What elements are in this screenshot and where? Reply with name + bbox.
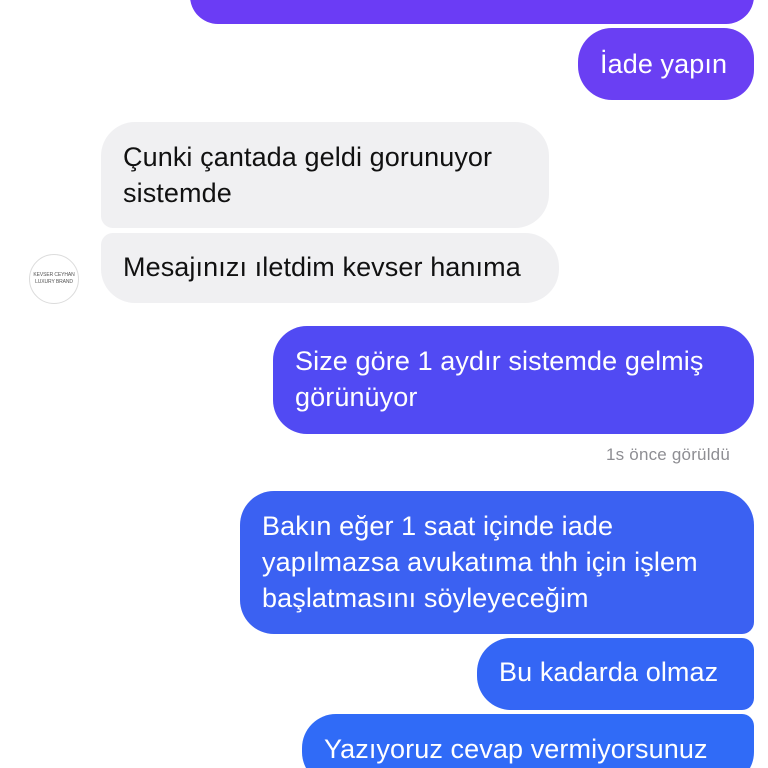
message-text: İade yapın [600, 49, 728, 79]
message-bubble-outgoing[interactable] [190, 0, 754, 24]
seen-status: 1s önce görüldü [606, 445, 730, 464]
message-bubble-outgoing[interactable]: Bakın eğer 1 saat içinde iade yapılmazsa… [240, 491, 754, 634]
message-text: Mesajınızı ıletdim kevser hanıma [123, 252, 521, 282]
message-bubble-incoming[interactable]: Mesajınızı ıletdim kevser hanıma [101, 233, 559, 303]
message-bubble-outgoing[interactable]: Yazıyoruz cevap vermiyorsunuz [302, 714, 754, 768]
message-bubble-outgoing[interactable]: Bu kadarda olmaz [477, 638, 754, 710]
message-text: Çunki çantada geldi gorunuyor sistemde [123, 142, 493, 208]
message-bubble-incoming[interactable]: Çunki çantada geldi gorunuyor sistemde [101, 122, 549, 228]
avatar-logo-line: LUXURY BRAND [35, 279, 73, 285]
avatar[interactable]: KEVSER CEYHAN LUXURY BRAND [29, 254, 79, 304]
message-bubble-outgoing[interactable]: İade yapın [578, 28, 754, 100]
message-text: Bu kadarda olmaz [499, 657, 719, 687]
message-text: Bakın eğer 1 saat içinde iade yapılmazsa… [262, 511, 698, 613]
message-text: Size göre 1 aydır sistemde gelmiş görünü… [295, 346, 704, 412]
message-text: Yazıyoruz cevap vermiyorsunuz [324, 734, 708, 764]
avatar-logo-line: KEVSER CEYHAN [33, 272, 75, 278]
chat-thread: İade yapın Çunki çantada geldi gorunuyor… [0, 0, 768, 768]
message-bubble-outgoing[interactable]: Size göre 1 aydır sistemde gelmiş görünü… [273, 326, 754, 434]
